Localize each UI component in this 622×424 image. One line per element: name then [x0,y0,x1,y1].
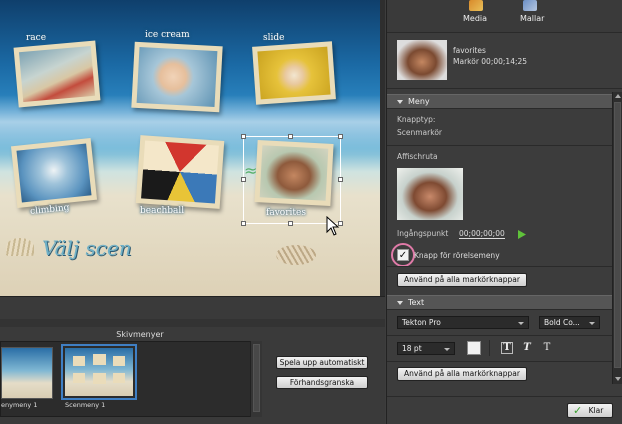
done-button[interactable]: ✓ Klar [567,403,613,418]
slide-photo [257,46,331,100]
menu-thumb-1[interactable] [1,347,53,399]
resize-handle-b[interactable] [288,221,293,226]
menu-title-text[interactable]: Välj scen [42,236,132,260]
mouse-pointer-icon [326,216,340,236]
thumb-label-ice-cream: ice cream [145,30,190,40]
panel-scrollbar[interactable] [612,92,622,384]
clip-name: favorites [453,46,486,55]
font-family-select[interactable]: Tekton Pro [397,316,529,329]
apply-all-markers-button[interactable]: Använd på alla markörknappar [397,273,527,287]
play-icon[interactable] [518,230,526,239]
collapse-triangle-icon [397,300,403,305]
autoplay-button[interactable]: Spela upp automatiskt [276,356,368,369]
resize-handle-tr[interactable] [338,134,343,139]
text-header-label: Text [408,298,425,307]
scroll-down-icon[interactable] [615,377,621,381]
menu-thumb-2[interactable] [61,344,137,400]
done-button-label: Klar [588,406,604,415]
button-type-label: Knapptyp: [397,115,436,124]
seashell-icon [276,245,316,265]
properties-panel: Media Mallar favorites Markör 00;00;14;2… [386,0,622,424]
disc-menus-area: Skivmenyer enymeny 1 Scenmeny 1 Spela up… [0,296,385,424]
thumb-slide[interactable] [252,41,336,105]
scroll-thumb[interactable] [614,102,621,368]
menu-preview-stage[interactable]: race ice cream slide climbing beachball … [0,0,385,296]
text-section-header[interactable]: Text [387,295,612,310]
resize-handle-l[interactable] [241,177,246,182]
shell-icon [6,238,34,256]
media-label[interactable]: Media [463,14,487,23]
text-style-bold-button[interactable]: T [501,342,513,354]
thumb-race[interactable] [13,40,101,108]
motion-menu-checkbox-label[interactable]: Knapp för rörelsemeny [414,251,500,260]
ice-cream-photo [136,46,218,108]
resize-handle-tl[interactable] [241,134,246,139]
thumb-climbing[interactable] [10,137,98,209]
text-color-swatch[interactable] [467,341,481,355]
selection-box[interactable] [241,134,343,226]
race-photo [18,45,96,103]
thumb-label-beachball: beachball [140,206,185,216]
text-style-italic-button[interactable]: T [521,342,533,354]
beachball-photo [141,140,219,204]
collapse-triangle-icon [397,99,403,104]
scroll-up-icon[interactable] [615,94,621,98]
in-point-label: Ingångspunkt [397,229,449,238]
checkmark-icon: ✓ [573,404,583,417]
in-point-timecode[interactable]: 00;00;00;00 [459,229,505,239]
apply-all-markers-button-2[interactable]: Använd på alla markörknappar [397,367,527,381]
media-icon[interactable] [469,0,483,11]
templates-label[interactable]: Mallar [520,14,544,23]
poster-frame-label: Affischruta [397,152,438,161]
poster-frame-image [397,168,463,220]
disc-menus-title: Skivmenyer [116,330,164,339]
stage-scrollbar[interactable] [380,0,385,296]
menu-section-header[interactable]: Meny [387,94,612,109]
font-size-select[interactable]: 18 pt [397,342,455,355]
menu-thumbnails-strip[interactable]: enymeny 1 Scenmeny 1 [0,341,262,417]
resize-handle-r[interactable] [338,177,343,182]
templates-icon[interactable] [523,0,537,11]
button-type-value: Scenmarkör [397,128,442,137]
clip-marker: Markör 00;00;14;25 [453,57,528,66]
thumb-ice-cream[interactable] [131,41,223,113]
thumb-beachball[interactable] [135,135,225,209]
thumb-label-slide: slide [263,33,285,43]
clip-thumbnail [397,40,447,80]
menu-thumb-2-label: Scenmeny 1 [65,401,106,409]
climbing-photo [16,143,92,203]
resize-handle-t[interactable] [288,134,293,139]
motion-menu-checkbox[interactable]: ✓ [397,249,409,261]
text-style-shadow-button[interactable]: T [541,342,553,354]
resize-handle-bl[interactable] [241,221,246,226]
preview-button[interactable]: Förhandsgranska [276,376,368,389]
menu-thumb-1-label: enymeny 1 [1,401,38,409]
thumb-label-race: race [26,33,47,43]
menu-header-label: Meny [408,97,430,106]
font-style-select[interactable]: Bold Co... [539,316,600,329]
strip-scrollbar[interactable] [250,341,262,417]
